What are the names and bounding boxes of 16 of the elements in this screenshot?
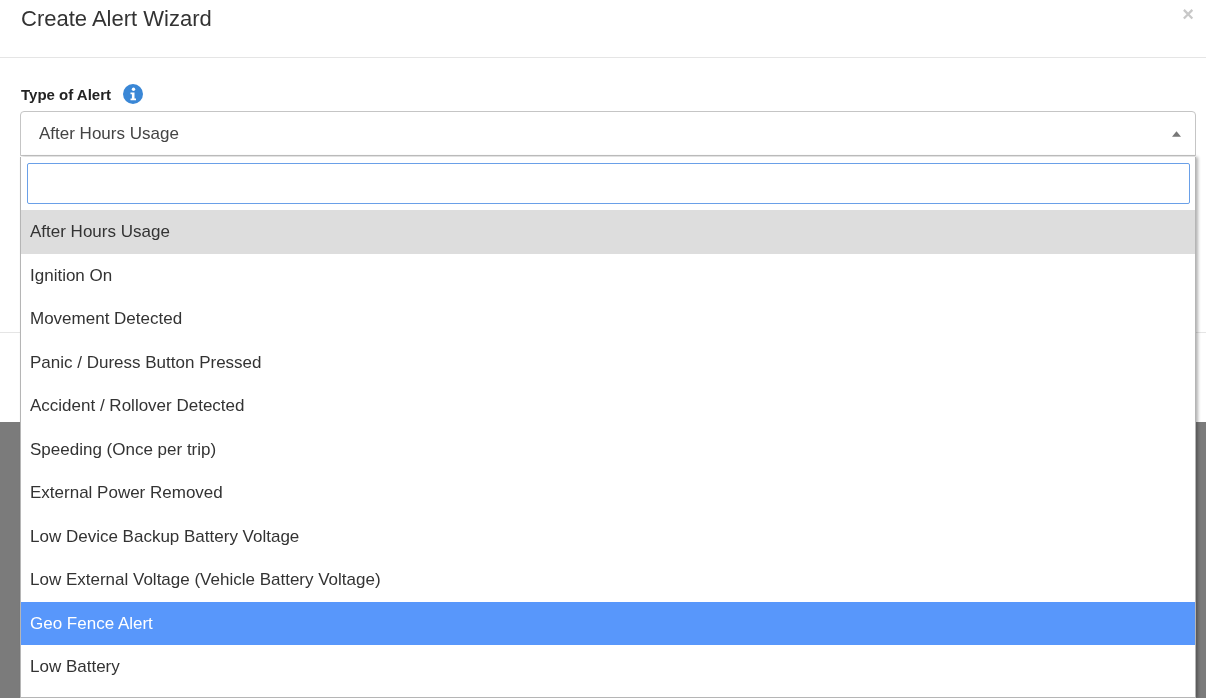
dropdown-option[interactable]: Speeding (Once per trip) — [21, 427, 1195, 471]
search-field[interactable] — [27, 163, 1190, 204]
info-icon[interactable] — [123, 84, 143, 104]
dropdown-option[interactable]: Accident / Rollover Detected — [21, 384, 1195, 428]
alert-type-select[interactable]: After Hours Usage — [20, 111, 1196, 156]
dropdown-option[interactable]: Movement Detected — [21, 297, 1195, 341]
dialog-title: Create Alert Wizard — [21, 6, 212, 32]
dropdown-option[interactable]: External Power Removed — [21, 471, 1195, 515]
caret-icon — [1172, 130, 1181, 137]
dropdown-option[interactable]: After Hours Usage — [21, 210, 1195, 254]
dropdown-option[interactable]: Panic / Duress Button Pressed — [21, 340, 1195, 384]
dropdown-option[interactable]: Ignition On — [21, 253, 1195, 297]
dropdown-option[interactable]: Low External Voltage (Vehicle Battery Voltage) — [21, 558, 1195, 602]
dropdown-option[interactable]: Low Battery — [21, 645, 1195, 689]
field-label: Type of Alert — [21, 85, 111, 103]
dropdown-option[interactable]: Low Device Backup Battery Voltage — [21, 514, 1195, 558]
